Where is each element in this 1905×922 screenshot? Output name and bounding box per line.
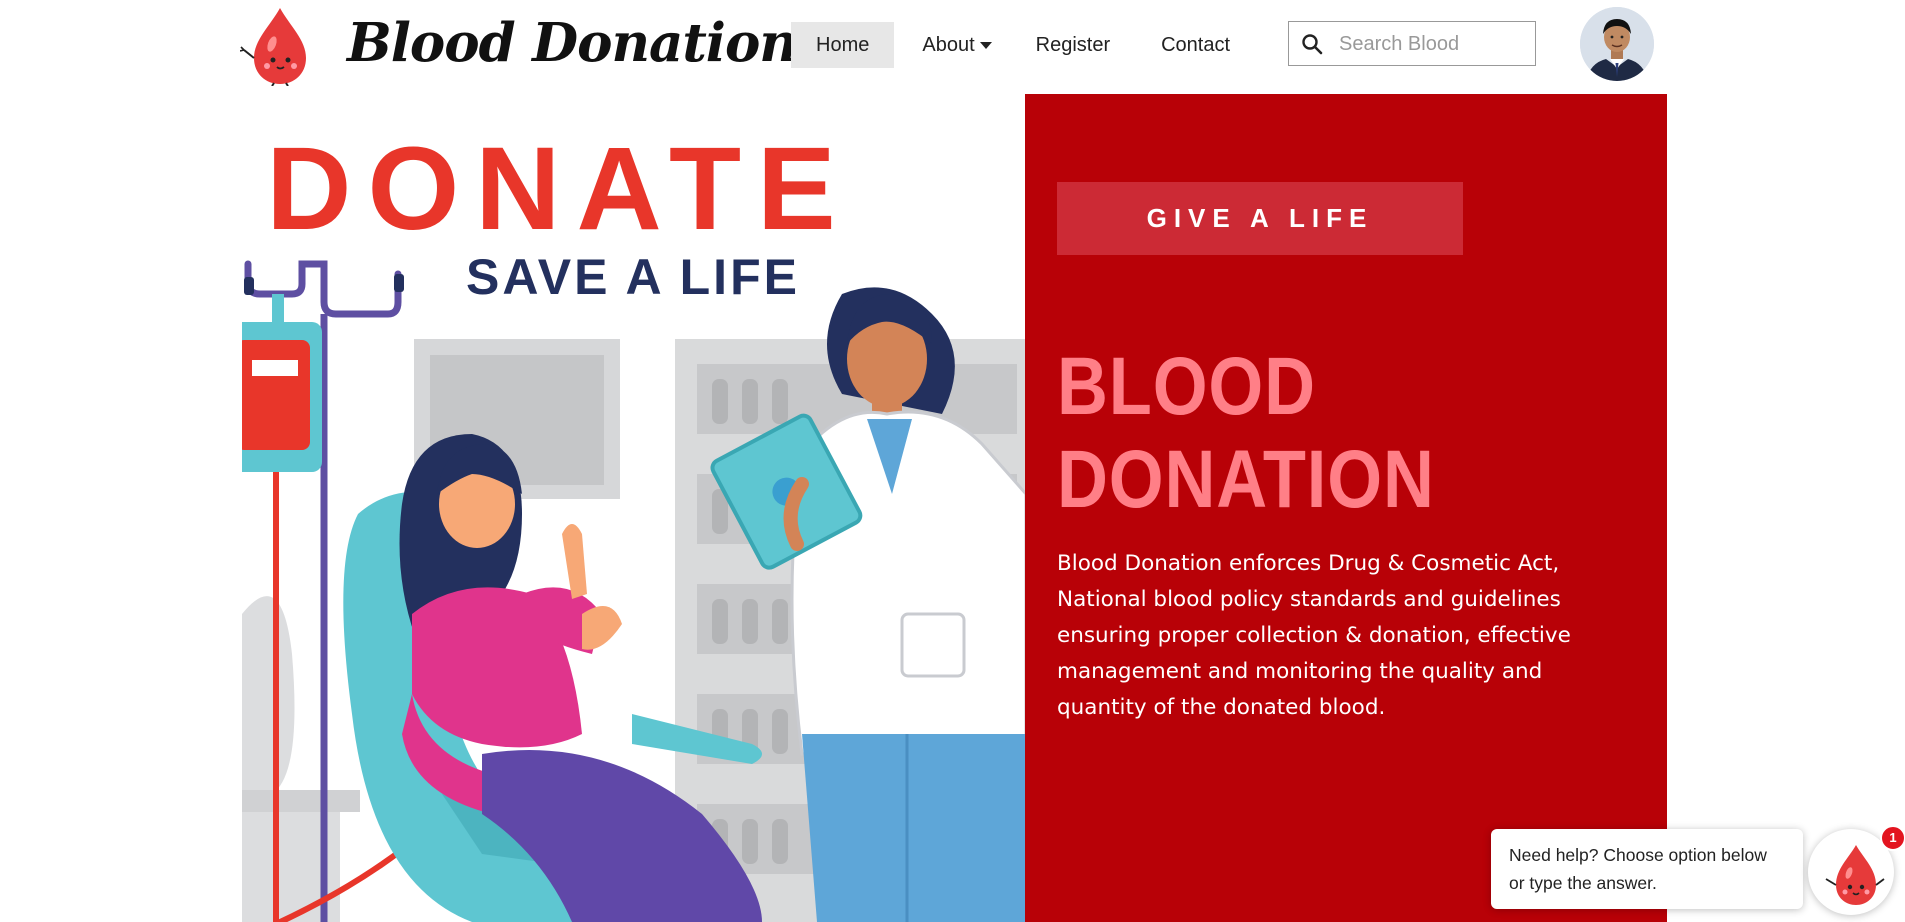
hero-panel: GIVE A LIFE BLOOD DONATION Blood Donatio… [1025, 94, 1667, 922]
give-a-life-button[interactable]: GIVE A LIFE [1057, 182, 1463, 255]
hero-title-line2: DONATION [1057, 434, 1435, 525]
nav-home-label: Home [816, 34, 870, 56]
search-box [1288, 21, 1536, 66]
brand-name[interactable]: Blood Donation [347, 8, 798, 78]
notification-badge: 1 [1880, 825, 1905, 851]
nav-about-label: About [922, 34, 975, 56]
nav-contact[interactable]: Contact [1136, 22, 1255, 68]
nav-register[interactable]: Register [1010, 22, 1136, 68]
blood-drop-mascot-icon[interactable] [239, 4, 312, 87]
search-input[interactable] [1337, 28, 1529, 61]
nav-about[interactable]: About [894, 22, 1009, 68]
hero-illustration: DONATE SAVE A LIFE [242, 94, 1026, 922]
nav-home[interactable]: Home [791, 22, 895, 68]
nav-register-label: Register [1035, 34, 1111, 56]
nav-contact-label: Contact [1161, 34, 1231, 56]
chat-launcher-button[interactable]: 1 [1808, 825, 1905, 915]
main-nav: Home About Register Contact [791, 22, 1255, 68]
hero-description: Blood Donation enforces Drug & Cosmetic … [1057, 551, 1571, 720]
donate-headline: DONATE [266, 123, 851, 255]
site-header: Blood Donation Home About Register Conta… [0, 0, 1905, 94]
user-avatar[interactable] [1580, 7, 1654, 81]
chat-greeting-bubble[interactable]: Need help? Choose option below or type t… [1491, 829, 1803, 909]
hero-title-line1: BLOOD [1057, 341, 1316, 432]
caret-down-icon [979, 42, 992, 50]
search-icon[interactable] [1301, 33, 1323, 55]
save-a-life-subheadline: SAVE A LIFE [466, 249, 800, 305]
hero-title: BLOOD DONATION [1057, 340, 1539, 526]
